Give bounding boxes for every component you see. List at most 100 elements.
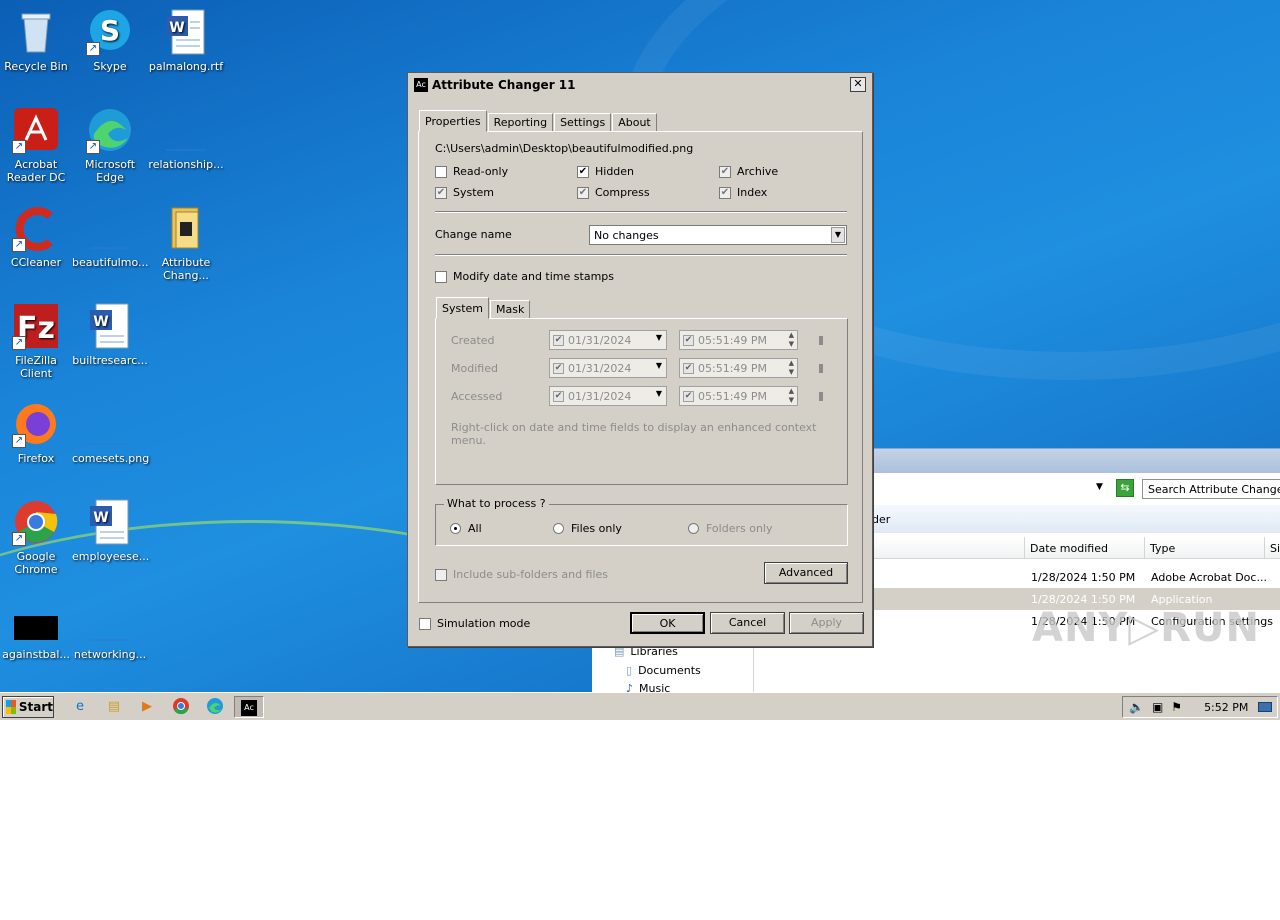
checkmark-icon: ✔ [719,165,731,178]
desktop-icon-filezilla[interactable]: Fz ↗ FileZilla Client [0,302,74,380]
flag-icon[interactable]: ⚑ [1171,700,1182,714]
apply-button[interactable]: Apply [789,612,864,634]
nav-item-documents[interactable]: ▯ Documents [626,664,701,677]
desktop-icon-label: palmalong.rtf [148,60,224,73]
attribute-changer-app-icon: Ac [241,700,257,716]
clock[interactable]: 5:52 PM [1204,701,1248,714]
attribute-changer-dialog[interactable]: Ac Attribute Changer 11 ✕ Properties Rep… [407,72,873,647]
checkmark-icon: ✔ [435,186,447,199]
checkbox-box [435,165,447,178]
created-pin-icon[interactable] [819,336,823,345]
column-date-modified[interactable]: Date modified [1030,542,1108,555]
tab-reporting[interactable]: Reporting [487,113,554,132]
process-group: What to process ? All Files only Folders… [435,497,848,546]
desktop-icon-label: relationship... [148,158,224,171]
desktop-icon-againstbal[interactable]: againstbal... [0,596,74,661]
desktop-icon-firefox[interactable]: ↗ Firefox [0,400,74,465]
network-icon[interactable]: ▣ [1152,700,1163,714]
column-type[interactable]: Type [1150,542,1175,555]
process-all-radio[interactable]: All [450,522,482,535]
modified-date-field[interactable]: ✔ 01/31/2024 ▼ [549,358,667,378]
table-row[interactable]: 1/28/2024 1:50 PM Adobe Acrobat Doc... [872,566,1280,588]
desktop-icon-comesets[interactable]: comesets.png [72,400,149,465]
select-value: No changes [594,229,659,242]
desktop-icon-edge[interactable]: ↗ Microsoft Edge [72,106,148,184]
time-value: 05:51:49 PM [698,333,768,347]
advanced-button[interactable]: Advanced [764,562,848,584]
readonly-checkbox[interactable]: Read-only [435,165,508,178]
process-group-title: What to process ? [444,497,549,510]
watermark-logo: ANY▷RUN [1032,605,1260,651]
index-checkbox[interactable]: ✔ Index [719,186,767,199]
column-size[interactable]: Si [1270,542,1280,555]
desktop-icon-chrome[interactable]: ↗ Google Chrome [0,498,74,576]
accessed-time-field[interactable]: ✔ 05:51:49 PM ▲ ▼ [679,386,798,406]
desktop-icon-label: Skype [93,60,127,73]
radio-label: All [468,522,482,535]
word-document-icon: W [162,8,210,56]
tab-settings[interactable]: Settings [554,113,612,132]
chevron-down-icon[interactable]: ▼ [1096,482,1103,492]
chrome-icon: ↗ [12,498,60,546]
ok-button[interactable]: OK [630,612,705,634]
process-files-only-radio[interactable]: Files only [553,522,622,535]
modify-dates-checkbox[interactable]: Modify date and time stamps [435,270,614,283]
desktop-icon-employeese[interactable]: W employeese... [72,498,150,563]
dialog-titlebar[interactable]: Ac Attribute Changer 11 ✕ [410,75,870,95]
process-folders-only-radio[interactable]: Folders only [688,522,773,535]
desktop-icon-networking[interactable]: networking... [72,596,148,661]
context-menu-hint: Right-click on date and time fields to d… [451,421,817,447]
desktop-icon-label: employeese... [72,550,150,563]
blank-file-icon [86,596,134,644]
hidden-checkbox[interactable]: ✔ Hidden [577,165,634,178]
cancel-button[interactable]: Cancel [710,612,785,634]
show-desktop-icon[interactable] [1258,702,1273,712]
search-input[interactable]: Search Attribute Changer F [1142,479,1280,499]
tab-mask[interactable]: Mask [490,300,531,319]
created-date-field[interactable]: ✔ 01/31/2024 ▼ [549,330,667,350]
internet-explorer-icon[interactable]: e [70,697,90,717]
include-subfolders-checkbox[interactable]: Include sub-folders and files [435,568,608,581]
chrome-taskbar-icon[interactable] [171,697,191,717]
created-time-field[interactable]: ✔ 05:51:49 PM ▲ ▼ [679,330,798,350]
desktop-icon-beautifulmo[interactable]: beautifulmo... [72,204,148,269]
archive-checkbox[interactable]: ✔ Archive [719,165,778,178]
blank-file-icon [162,106,210,154]
desktop-icon-builtresearch[interactable]: W builtresearc... [72,302,148,367]
file-explorer-icon[interactable]: ▤ [104,697,124,717]
edge-taskbar-icon[interactable] [205,697,225,717]
toolbar-label[interactable]: der [872,513,890,526]
speaker-icon[interactable]: 🔈 [1129,700,1144,714]
desktop-icon-relationship[interactable]: relationship... [148,106,224,171]
tab-properties[interactable]: Properties [419,110,487,132]
spinner-icon: ▲ ▼ [788,359,794,376]
change-name-select[interactable]: No changes ▼ [589,225,847,245]
properties-panel: C:\Users\admin\Desktop\beautifulmodified… [418,131,863,603]
start-button[interactable]: Start [2,696,54,718]
desktop-icon-ccleaner[interactable]: ↗ CCleaner [0,204,74,269]
system-checkbox[interactable]: ✔ System [435,186,494,199]
compress-checkbox[interactable]: ✔ Compress [577,186,650,199]
desktop-icon-skype[interactable]: S ↗ Skype [72,8,148,73]
accessed-pin-icon[interactable] [819,392,823,401]
checkbox-label: Read-only [453,165,509,178]
desktop-icon-recycle-bin[interactable]: Recycle Bin [0,8,74,73]
simulation-mode-checkbox[interactable]: Simulation mode [419,617,530,630]
accessed-date-field[interactable]: ✔ 01/31/2024 ▼ [549,386,667,406]
checkbox-label: Modify date and time stamps [453,270,614,283]
media-player-icon[interactable]: ▶ [137,697,157,717]
row-date: 1/28/2024 1:50 PM [1031,571,1136,584]
tab-system[interactable]: System [436,297,490,319]
modified-time-field[interactable]: ✔ 05:51:49 PM ▲ ▼ [679,358,798,378]
tab-about[interactable]: About [612,113,657,132]
close-button[interactable]: ✕ [850,77,866,92]
desktop-icon-attribute-changer[interactable]: Attribute Chang... [148,204,224,282]
checkmark-icon: ✔ [683,390,694,402]
desktop-icon-palmalong[interactable]: W palmalong.rtf [148,8,224,73]
refresh-icon[interactable]: ⇆ [1116,479,1134,497]
desktop-icon-acrobat[interactable]: ↗ Acrobat Reader DC [0,106,74,184]
main-tabs: Properties Reporting Settings About [419,110,658,132]
attribute-changer-taskbar-button[interactable]: Ac [234,696,264,718]
acrobat-icon: ↗ [12,106,60,154]
modified-pin-icon[interactable] [819,364,823,373]
